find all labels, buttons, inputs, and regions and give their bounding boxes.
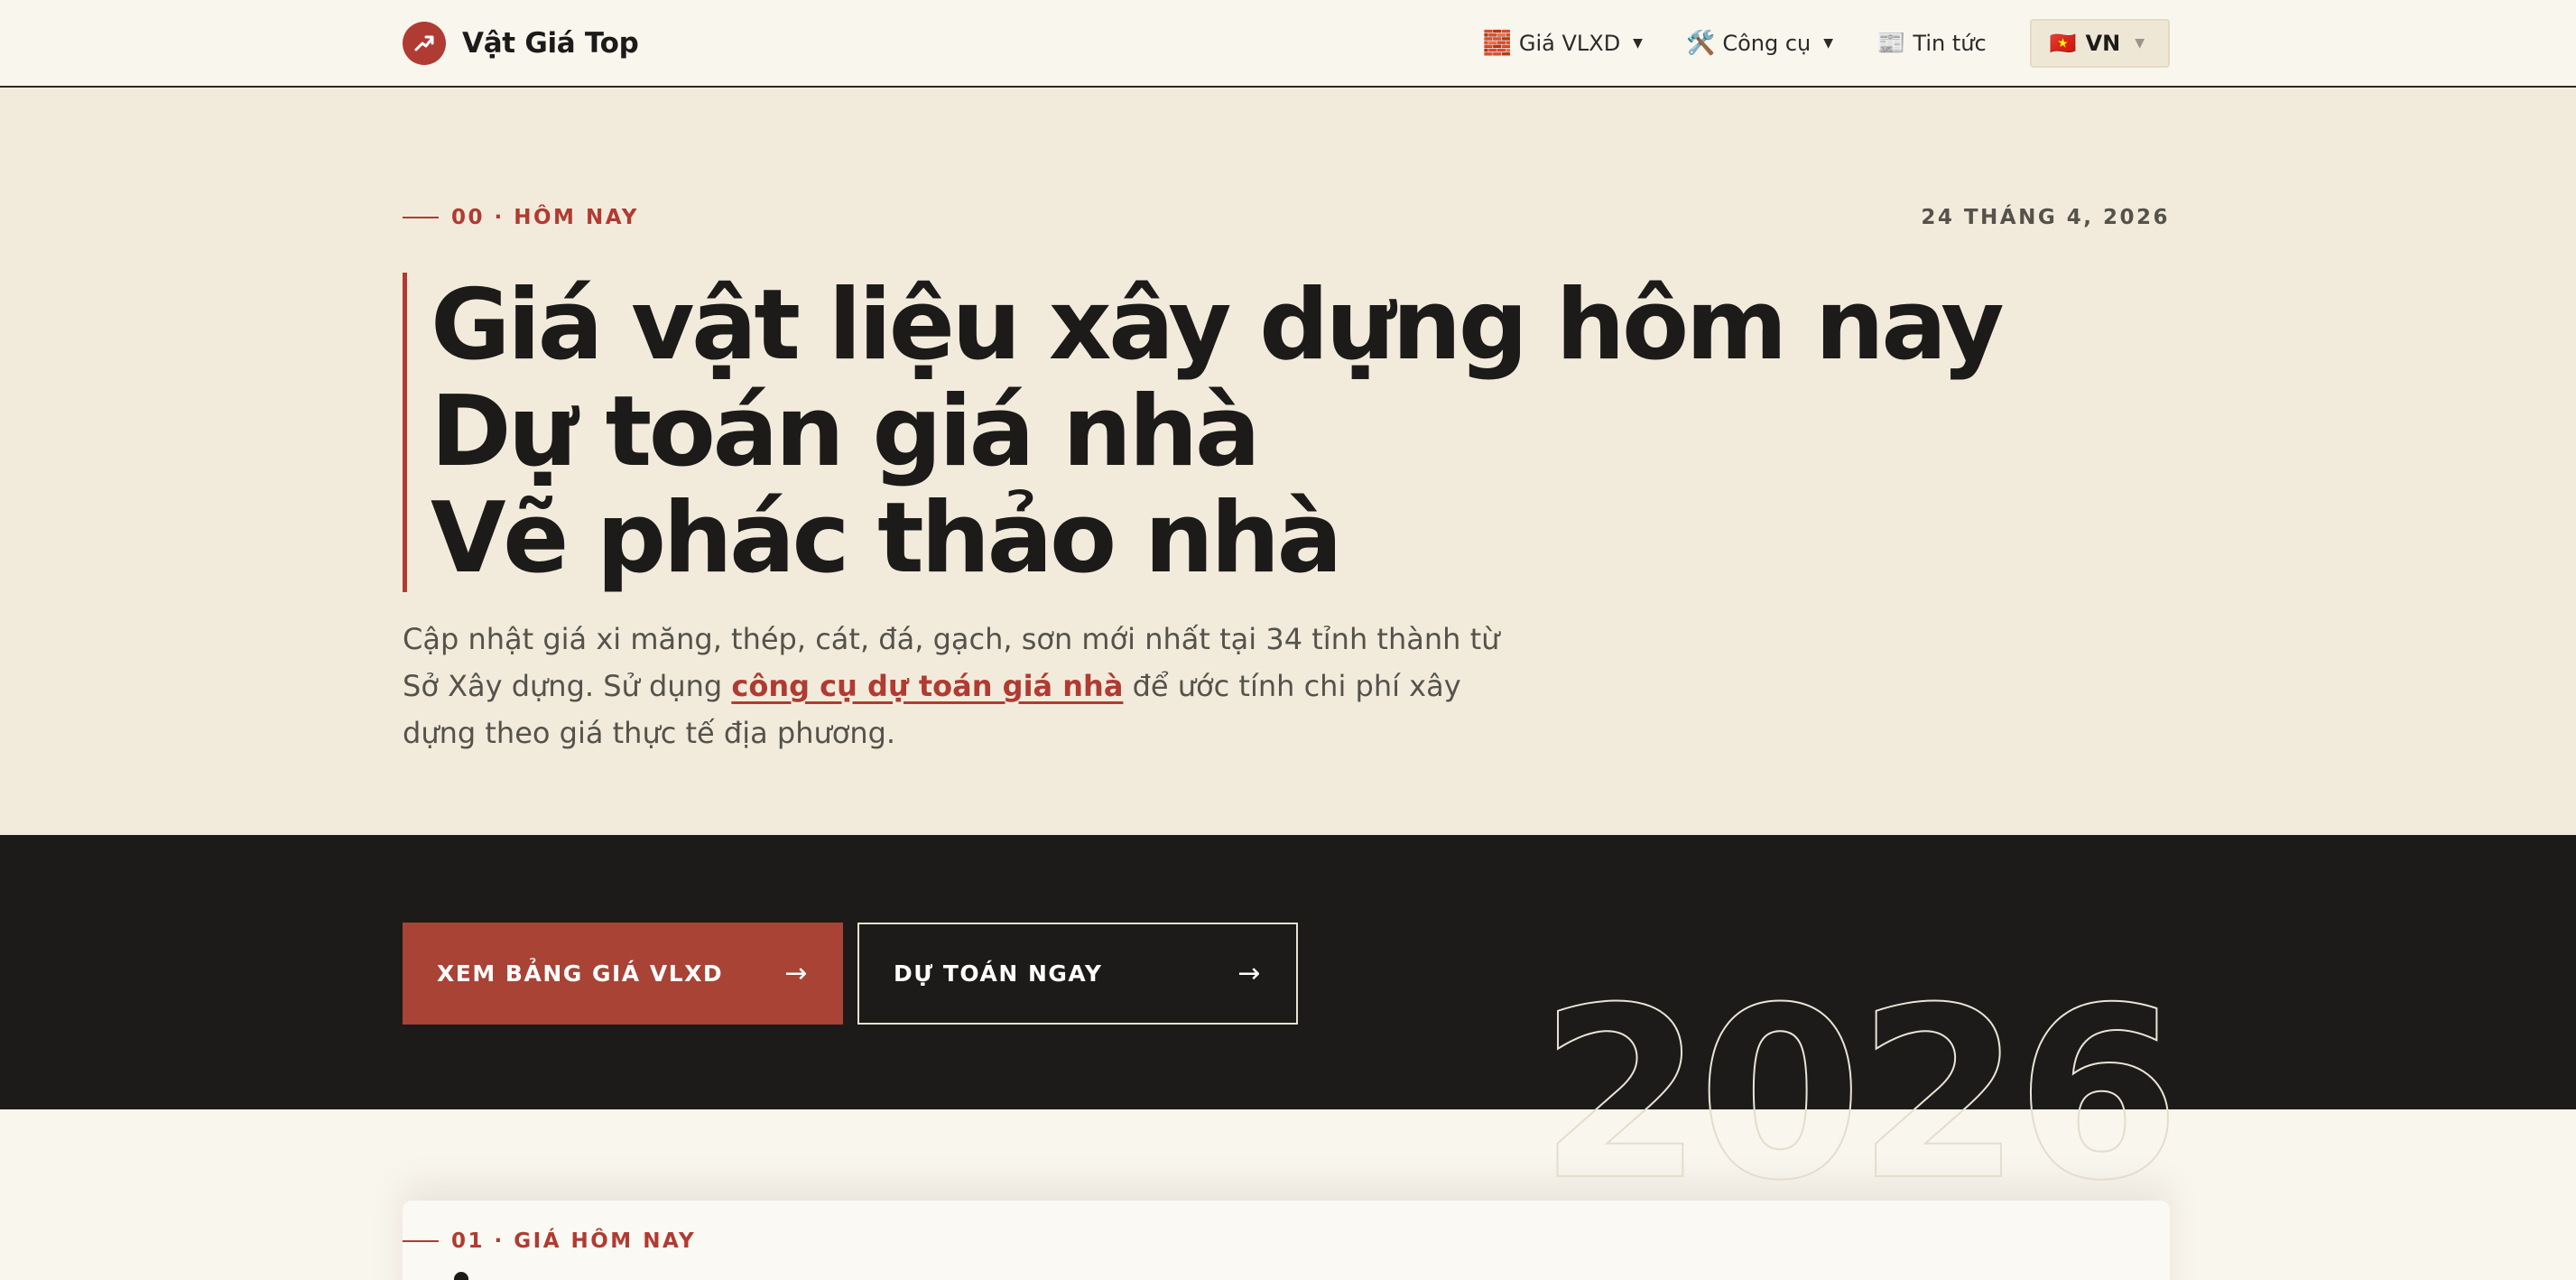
- hero-title-line-2: Dự toán giá nhà: [431, 376, 1261, 488]
- newspaper-icon: 📰: [1876, 29, 1906, 57]
- nav-item-cong-cu[interactable]: 🛠️ Công cụ ▼: [1686, 31, 1833, 56]
- estimate-tool-link[interactable]: công cụ dự toán giá nhà: [731, 669, 1123, 703]
- chevron-down-icon: ▼: [1633, 35, 1643, 51]
- hero-title-line-1: Giá vật liệu xây dựng hôm nay: [431, 269, 2005, 382]
- arrow-right-icon: →: [1237, 958, 1262, 989]
- header-inner: Vật Giá Top 🧱 Giá VLXD ▼ 🛠️ Công cụ ▼ 📰 …: [403, 0, 2170, 86]
- hero-title-line-3: Vẽ phác thảo nhà: [431, 482, 1342, 595]
- chevron-down-icon: ▼: [2135, 35, 2145, 51]
- button-label: XEM BẢNG GIÁ VLXD: [437, 960, 724, 987]
- eyebrow-rule: [403, 217, 439, 218]
- view-price-table-button[interactable]: XEM BẢNG GIÁ VLXD →: [403, 923, 843, 1025]
- nav-item-label: Công cụ: [1722, 30, 1812, 56]
- hero-eyebrow: 00 · HÔM NAY: [403, 206, 639, 229]
- brand-name: Vật Giá Top: [462, 26, 639, 60]
- clipped-heading: [454, 1272, 468, 1280]
- hero-title: Giá vật liệu xây dựng hôm nay Dự toán gi…: [403, 269, 2005, 595]
- hero-eyebrow-text: 00 · HÔM NAY: [451, 206, 639, 229]
- chevron-down-icon: ▼: [1823, 35, 1834, 51]
- nav-item-label: Tin tức: [1913, 30, 1987, 56]
- section-eyebrow-text: 01 · GIÁ HÔM NAY: [451, 1229, 697, 1253]
- nav-item-label: Giá VLXD: [1518, 30, 1621, 56]
- brick-icon: 🧱: [1482, 29, 1512, 57]
- tools-icon: 🛠️: [1685, 29, 1716, 57]
- language-label: VN: [2085, 30, 2121, 56]
- vietnam-flag-icon: 🇻🇳: [2049, 30, 2077, 56]
- section-eyebrow: 01 · GIÁ HÔM NAY: [403, 1229, 696, 1253]
- eyebrow-rule: [403, 1240, 439, 1242]
- current-date: 24 THÁNG 4, 2026: [1921, 206, 2170, 229]
- brand-link[interactable]: Vật Giá Top: [403, 21, 639, 65]
- language-selector[interactable]: 🇻🇳 VN ▼: [2029, 18, 2170, 68]
- estimate-now-button[interactable]: DỰ TOÁN NGAY →: [857, 923, 1298, 1025]
- cta-band: XEM BẢNG GIÁ VLXD → DỰ TOÁN NGAY →: [0, 835, 2576, 1109]
- decorative-year: 2026 2026: [1538, 957, 2182, 1233]
- arrow-right-icon: →: [784, 958, 809, 989]
- site-header: Vật Giá Top 🧱 Giá VLXD ▼ 🛠️ Công cụ ▼ 📰 …: [0, 0, 2576, 88]
- nav-item-tin-tuc[interactable]: 📰 Tin tức: [1876, 31, 1987, 56]
- hero-lead: Cập nhật giá xi măng, thép, cát, đá, gạc…: [403, 616, 1531, 756]
- button-label: DỰ TOÁN NGAY: [894, 960, 1103, 987]
- hero-section: 00 · HÔM NAY 24 THÁNG 4, 2026 Giá vật li…: [0, 88, 2576, 835]
- main-nav: 🧱 Giá VLXD ▼ 🛠️ Công cụ ▼ 📰 Tin tức 🇻🇳 V…: [1482, 18, 2170, 68]
- trending-up-icon: [403, 21, 446, 65]
- nav-item-gia-vlxd[interactable]: 🧱 Giá VLXD ▼: [1482, 31, 1642, 56]
